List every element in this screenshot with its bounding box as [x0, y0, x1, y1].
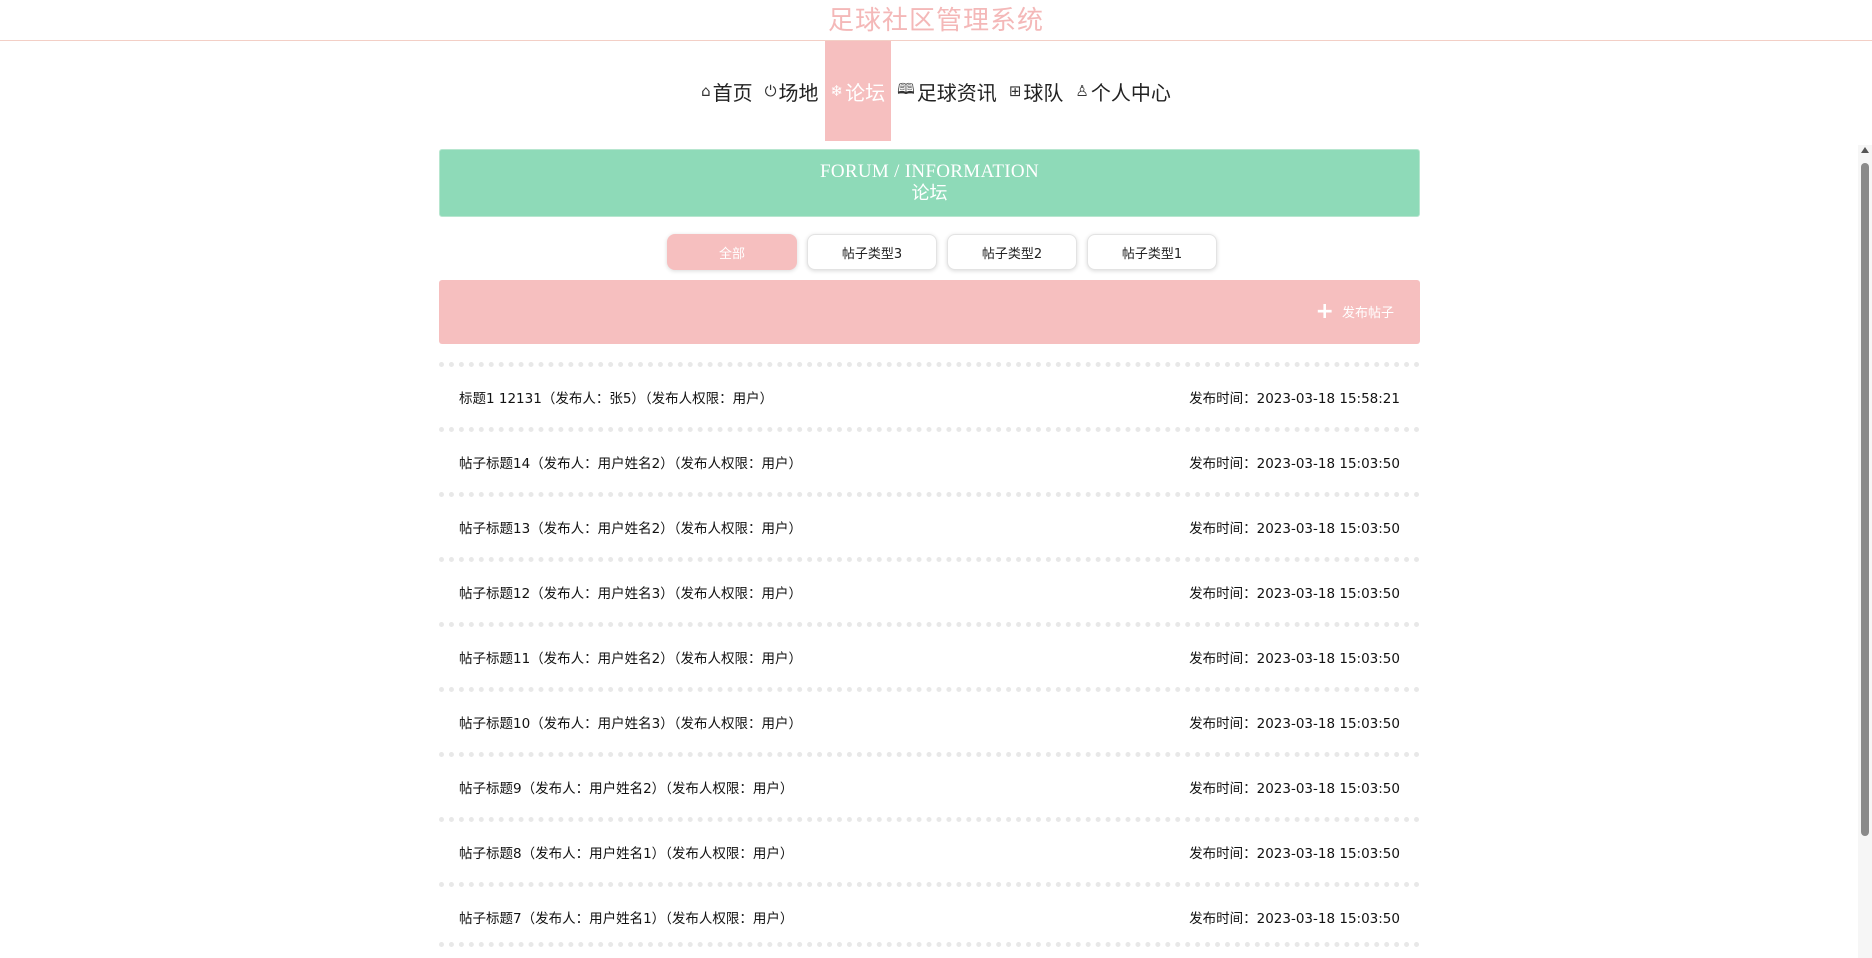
- plus-icon: +: [1315, 298, 1334, 324]
- nav-item-label: 个人中心: [1090, 80, 1171, 105]
- post-title[interactable]: 帖子标题11（发布人：用户姓名2）（发布人权限：用户）: [459, 647, 802, 667]
- power-icon: ⏻: [764, 82, 777, 100]
- nav-item-label: 首页: [712, 80, 753, 105]
- filter-type2-button[interactable]: 帖子类型2: [947, 234, 1077, 270]
- post-title[interactable]: 帖子标题7（发布人：用户姓名1）（发布人权限：用户）: [459, 907, 793, 927]
- list-item[interactable]: 帖子标题7（发布人：用户姓名1）（发布人权限：用户） 发布时间：2023-03-…: [439, 882, 1420, 947]
- reader-icon: 🕮: [897, 79, 915, 98]
- post-time: 发布时间：2023-03-18 15:03:50: [1189, 781, 1400, 797]
- post-title[interactable]: 帖子标题13（发布人：用户姓名2）（发布人权限：用户）: [459, 517, 802, 537]
- post-time: 发布时间：2023-03-18 15:03:50: [1189, 521, 1400, 537]
- vertical-scrollbar[interactable]: [1858, 145, 1872, 958]
- category-filters: 全部 帖子类型3 帖子类型2 帖子类型1: [0, 234, 1872, 270]
- user-icon: ♙: [1075, 82, 1089, 100]
- post-title[interactable]: 帖子标题14（发布人：用户姓名2）（发布人权限：用户）: [459, 452, 802, 472]
- post-title[interactable]: 帖子标题8（发布人：用户姓名1）（发布人权限：用户）: [459, 842, 793, 862]
- nav-item-profile[interactable]: ♙ 个人中心: [1069, 41, 1176, 141]
- filter-all-button[interactable]: 全部: [667, 234, 797, 270]
- list-item[interactable]: 帖子标题9（发布人：用户姓名2）（发布人权限：用户） 发布时间：2023-03-…: [439, 752, 1420, 817]
- filter-type1-button[interactable]: 帖子类型1: [1087, 234, 1217, 270]
- nav-item-label: 球队: [1023, 80, 1064, 105]
- nav-item-forum[interactable]: ❄ 论坛: [824, 41, 892, 141]
- post-title[interactable]: 帖子标题10（发布人：用户姓名3）（发布人权限：用户）: [459, 712, 802, 732]
- publish-label: 发布帖子: [1341, 306, 1394, 321]
- nav-item-label: 场地: [778, 80, 819, 105]
- nav-item-news[interactable]: 🕮 足球资讯: [891, 41, 1003, 141]
- main-nav: ⌂ 首页 ⏻ 场地 ❄ 论坛 🕮 足球资讯 ⊞ 球队 ♙ 个人中心: [0, 41, 1872, 141]
- post-time: 发布时间：2023-03-18 15:03:50: [1189, 456, 1400, 472]
- post-time: 发布时间：2023-03-18 15:03:50: [1189, 911, 1400, 927]
- nav-item-home[interactable]: ⌂ 首页: [695, 41, 759, 141]
- post-time: 发布时间：2023-03-18 15:03:50: [1189, 846, 1400, 862]
- post-time: 发布时间：2023-03-18 15:03:50: [1189, 586, 1400, 602]
- publish-post-button[interactable]: + 发布帖子: [1315, 298, 1394, 324]
- nav-item-label: 足球资讯: [916, 80, 997, 105]
- list-item[interactable]: 帖子标题10（发布人：用户姓名3）（发布人权限：用户） 发布时间：2023-03…: [439, 687, 1420, 752]
- top-header: 足球社区管理系统: [0, 0, 1872, 41]
- list-item[interactable]: 帖子标题12（发布人：用户姓名3）（发布人权限：用户） 发布时间：2023-03…: [439, 557, 1420, 622]
- section-banner: FORUM / INFORMATION 论坛: [439, 149, 1420, 217]
- post-time: 发布时间：2023-03-18 15:58:21: [1189, 391, 1400, 407]
- banner-title-zh: 论坛: [911, 183, 948, 204]
- scroll-thumb[interactable]: [1861, 163, 1869, 836]
- scroll-up-arrow-icon[interactable]: [1861, 147, 1869, 153]
- post-time: 发布时间：2023-03-18 15:03:50: [1189, 716, 1400, 732]
- post-list: 标题1 12131（发布人：张5）（发布人权限：用户） 发布时间：2023-03…: [439, 362, 1420, 947]
- snowflake-icon: ❄: [830, 82, 844, 100]
- publish-bar: + 发布帖子: [439, 280, 1420, 344]
- post-time: 发布时间：2023-03-18 15:03:50: [1189, 651, 1400, 667]
- home-icon: ⌂: [701, 82, 711, 100]
- list-item[interactable]: 帖子标题11（发布人：用户姓名2）（发布人权限：用户） 发布时间：2023-03…: [439, 622, 1420, 687]
- post-title[interactable]: 帖子标题9（发布人：用户姓名2）（发布人权限：用户）: [459, 777, 793, 797]
- list-item[interactable]: 帖子标题13（发布人：用户姓名2）（发布人权限：用户） 发布时间：2023-03…: [439, 492, 1420, 557]
- filter-type3-button[interactable]: 帖子类型3: [807, 234, 937, 270]
- nav-item-venue[interactable]: ⏻ 场地: [759, 41, 825, 141]
- post-title[interactable]: 标题1 12131（发布人：张5）（发布人权限：用户）: [459, 387, 773, 407]
- post-title[interactable]: 帖子标题12（发布人：用户姓名3）（发布人权限：用户）: [459, 582, 802, 602]
- nav-item-label: 论坛: [845, 80, 886, 105]
- nav-item-team[interactable]: ⊞ 球队: [1003, 41, 1070, 141]
- list-item[interactable]: 帖子标题8（发布人：用户姓名1）（发布人权限：用户） 发布时间：2023-03-…: [439, 817, 1420, 882]
- banner-title-en: FORUM / INFORMATION: [820, 161, 1039, 182]
- list-item[interactable]: 标题1 12131（发布人：张5）（发布人权限：用户） 发布时间：2023-03…: [439, 362, 1420, 427]
- site-title: 足球社区管理系统: [827, 6, 1044, 36]
- list-item[interactable]: 帖子标题14（发布人：用户姓名2）（发布人权限：用户） 发布时间：2023-03…: [439, 427, 1420, 492]
- grid-icon: ⊞: [1008, 82, 1022, 100]
